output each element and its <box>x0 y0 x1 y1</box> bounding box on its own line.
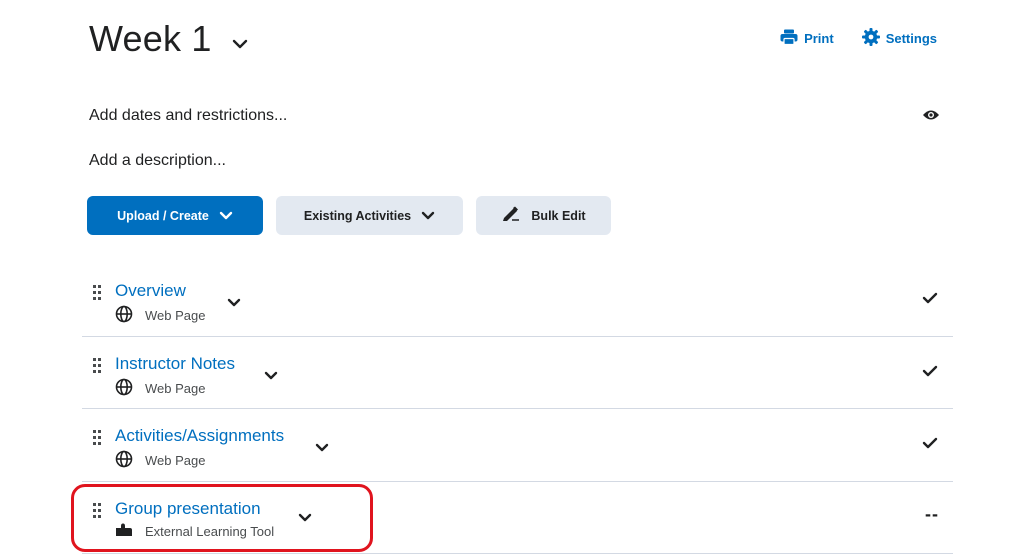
drag-handle-icon[interactable] <box>92 429 102 452</box>
bulk-edit-label: Bulk Edit <box>531 208 586 223</box>
item-type: Web Page <box>115 305 205 326</box>
item-type: Web Page <box>115 450 205 471</box>
settings-button[interactable]: Settings <box>861 28 937 49</box>
chevron-down-icon[interactable] <box>264 371 278 380</box>
existing-activities-button[interactable]: Existing Activities <box>276 196 463 235</box>
page-title: Week 1 <box>89 18 212 59</box>
globe-icon <box>115 450 133 471</box>
status-not-completed: -- <box>925 503 939 524</box>
chevron-down-icon <box>421 209 435 223</box>
top-actions: Print Settings <box>780 28 937 49</box>
list-item: Instructor Notes Web Page <box>82 337 953 409</box>
bulk-edit-button[interactable]: Bulk Edit <box>476 196 611 235</box>
item-title-link[interactable]: Group presentation <box>115 499 261 519</box>
item-title-link[interactable]: Activities/Assignments <box>115 426 284 446</box>
chevron-down-icon[interactable] <box>232 39 248 49</box>
item-type: Web Page <box>115 378 205 399</box>
upload-create-button[interactable]: Upload / Create <box>87 196 263 235</box>
checkmark-icon <box>922 437 938 449</box>
eye-icon[interactable] <box>922 108 940 126</box>
add-dates-link[interactable]: Add dates and restrictions... <box>89 107 287 125</box>
upload-create-label: Upload / Create <box>117 208 209 223</box>
item-title-link[interactable]: Overview <box>115 281 186 301</box>
gear-icon <box>861 28 880 49</box>
puzzle-icon <box>115 523 133 540</box>
toolbar: Upload / Create Existing Activities Bulk… <box>87 196 611 235</box>
chevron-down-icon[interactable] <box>298 513 312 522</box>
checkmark-icon <box>922 292 938 304</box>
list-item: Group presentation External Learning Too… <box>82 482 953 554</box>
chevron-down-icon <box>219 209 233 223</box>
chevron-down-icon[interactable] <box>227 298 241 307</box>
list-item: Activities/Assignments Web Page <box>82 409 953 482</box>
pencil-icon <box>501 205 521 226</box>
item-type-label: Web Page <box>145 453 206 468</box>
add-description-link[interactable]: Add a description... <box>89 152 226 170</box>
printer-icon <box>780 29 798 48</box>
drag-handle-icon[interactable] <box>92 357 102 380</box>
settings-label: Settings <box>885 31 937 46</box>
item-type: External Learning Tool <box>115 523 274 540</box>
item-type-label: Web Page <box>145 308 206 323</box>
list-item: Overview Web Page <box>82 264 953 337</box>
existing-activities-label: Existing Activities <box>303 208 412 223</box>
checkmark-icon <box>922 365 938 377</box>
print-button[interactable]: Print <box>780 29 834 48</box>
topic-list: Overview Web Page Instructor Notes Web P… <box>82 264 953 554</box>
globe-icon <box>115 378 133 399</box>
drag-handle-icon[interactable] <box>92 284 102 307</box>
print-label: Print <box>804 31 834 46</box>
item-title-link[interactable]: Instructor Notes <box>115 354 235 374</box>
item-type-label: Web Page <box>145 380 206 396</box>
item-type-label: External Learning Tool <box>145 523 275 539</box>
drag-handle-icon[interactable] <box>92 502 102 525</box>
globe-icon <box>115 305 133 326</box>
chevron-down-icon[interactable] <box>315 443 329 452</box>
title-row: Week 1 <box>89 18 248 60</box>
